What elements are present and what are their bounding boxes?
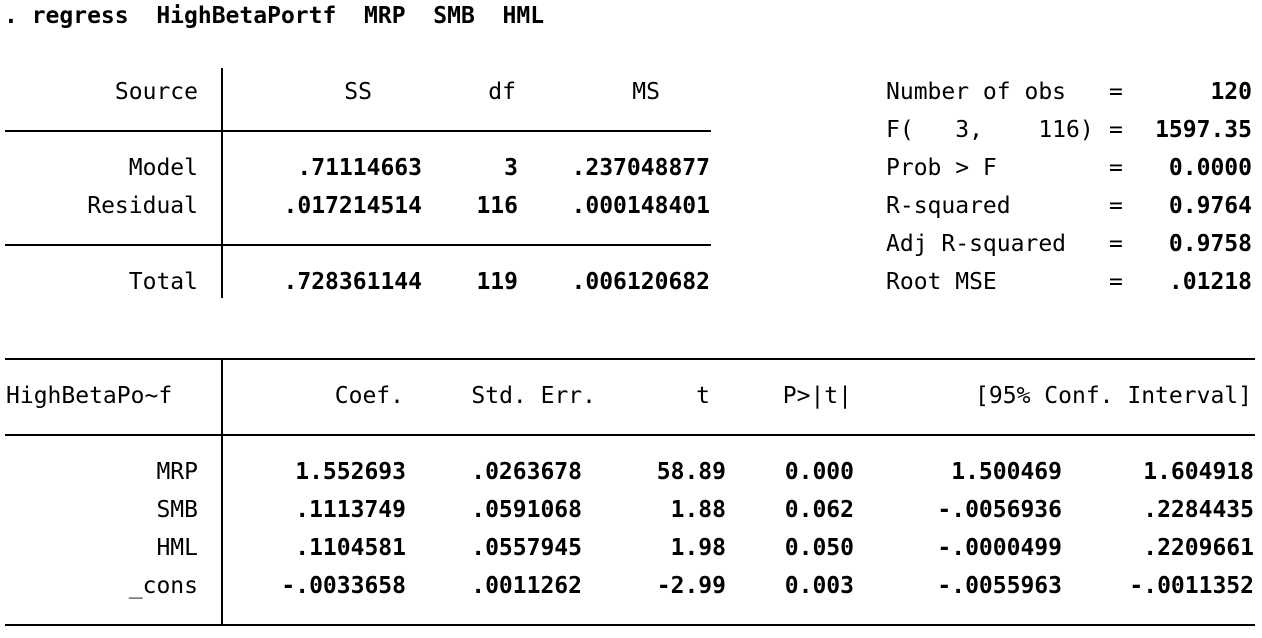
coef-var: SMB	[156, 497, 198, 523]
stata-output: { "command": ". regress HighBetaPortf MR…	[0, 0, 1262, 638]
anova-source: Model	[128, 155, 198, 181]
anova-ss: .71114663	[297, 155, 422, 181]
anova-divider-bottom	[5, 244, 711, 246]
command-line: . regress HighBetaPortf MRP SMB HML	[4, 3, 545, 29]
coef-se: .0557945	[471, 535, 582, 561]
stat-eq: =	[1109, 193, 1123, 219]
anova-header-ms: MS	[632, 79, 660, 105]
coef-value: 1.552693	[295, 459, 406, 485]
anova-ss: .017214514	[283, 193, 422, 219]
coef-ci-high: .2209661	[1143, 535, 1254, 561]
anova-source: Residual	[87, 193, 198, 219]
anova-vertical-divider	[221, 68, 223, 298]
stat-eq: =	[1109, 79, 1123, 105]
stat-label: F( 3, 116)	[886, 117, 1094, 143]
stat-value: 0.9764	[1168, 193, 1252, 219]
coef-vertical-divider	[221, 360, 223, 626]
coef-ci-low: -.0000499	[937, 535, 1062, 561]
stat-eq: =	[1109, 269, 1123, 295]
anova-ms: .237048877	[571, 155, 710, 181]
stat-value: 0.0000	[1168, 155, 1252, 181]
coef-t: -2.99	[656, 573, 726, 599]
anova-source: Total	[128, 269, 198, 295]
anova-ms: .006120682	[571, 269, 710, 295]
coef-ci-low: -.0056936	[937, 497, 1062, 523]
coef-t: 1.88	[670, 497, 726, 523]
coef-header-ci: [95% Conf. Interval]	[975, 383, 1252, 409]
stat-eq: =	[1109, 155, 1123, 181]
coef-value: .1104581	[295, 535, 406, 561]
coef-divider-middle	[5, 434, 1255, 436]
coef-divider-top	[5, 358, 1255, 360]
stat-label: Number of obs	[886, 79, 1067, 105]
coef-p: 0.003	[784, 573, 854, 599]
coef-value: .1113749	[295, 497, 406, 523]
stat-label: Adj R-squared	[886, 231, 1067, 257]
coef-p: 0.050	[784, 535, 854, 561]
coef-ci-low: 1.500469	[951, 459, 1062, 485]
coef-ci-low: -.0055963	[937, 573, 1062, 599]
stat-eq: =	[1109, 117, 1123, 143]
coef-var: _cons	[128, 573, 198, 599]
stat-value: 0.9758	[1168, 231, 1252, 257]
coef-t: 58.89	[656, 459, 726, 485]
coef-header-depvar: HighBetaPo~f	[6, 383, 173, 409]
coef-header-t: t	[696, 383, 710, 409]
coef-divider-bottom	[5, 624, 1255, 626]
coef-header-se: Std. Err.	[471, 383, 596, 409]
coef-p: 0.000	[784, 459, 854, 485]
coef-p: 0.062	[784, 497, 854, 523]
coef-se: .0591068	[471, 497, 582, 523]
coef-ci-high: -.0011352	[1129, 573, 1254, 599]
coef-se: .0263678	[471, 459, 582, 485]
coef-se: .0011262	[471, 573, 582, 599]
anova-df: 116	[476, 193, 518, 219]
stat-label: Root MSE	[886, 269, 997, 295]
coef-t: 1.98	[670, 535, 726, 561]
coef-ci-high: 1.604918	[1143, 459, 1254, 485]
stat-value: .01218	[1168, 269, 1252, 295]
stat-eq: =	[1109, 231, 1123, 257]
stat-label: R-squared	[886, 193, 1011, 219]
anova-df: 3	[504, 155, 518, 181]
coef-ci-high: .2284435	[1143, 497, 1254, 523]
anova-header-source: Source	[114, 79, 198, 105]
anova-ss: .728361144	[283, 269, 422, 295]
anova-df: 119	[476, 269, 518, 295]
coef-var: HML	[156, 535, 198, 561]
anova-header-df: df	[488, 79, 516, 105]
stat-value: 1597.35	[1155, 117, 1252, 143]
coef-value: -.0033658	[281, 573, 406, 599]
coef-header-coef: Coef.	[334, 383, 404, 409]
stat-value: 120	[1210, 79, 1252, 105]
anova-ms: .000148401	[571, 193, 710, 219]
anova-divider-top	[5, 130, 711, 132]
anova-header-ss: SS	[344, 79, 372, 105]
coef-header-p: P>|t|	[782, 383, 852, 409]
stat-label: Prob > F	[886, 155, 997, 181]
coef-var: MRP	[156, 459, 198, 485]
